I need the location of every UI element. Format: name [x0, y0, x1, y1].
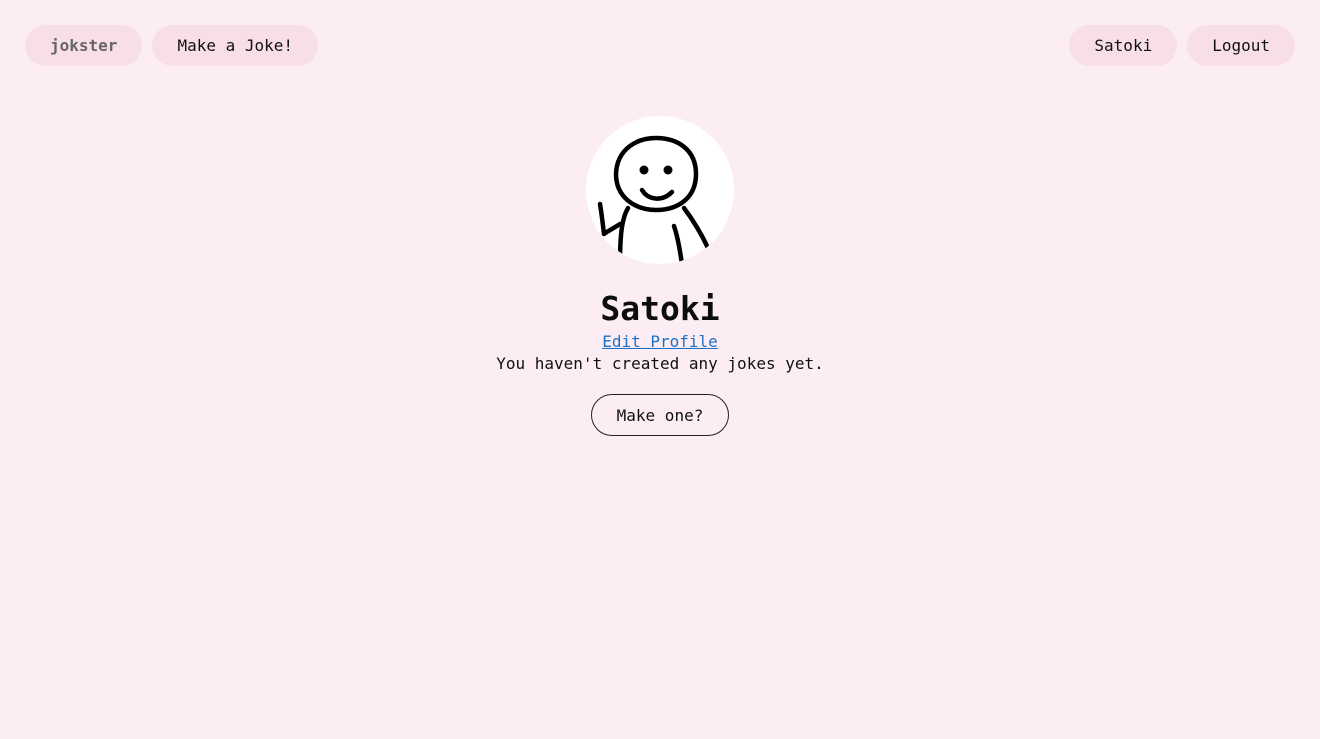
profile-username: Satoki: [600, 289, 720, 328]
edit-profile-link[interactable]: Edit Profile: [602, 332, 718, 352]
stick-figure-avatar-icon: [586, 116, 734, 264]
nav-left-group: jokster Make a Joke!: [25, 25, 319, 66]
brand-home-link[interactable]: jokster: [25, 25, 143, 66]
logout-button[interactable]: Logout: [1187, 25, 1295, 66]
nav-right-group: Satoki Logout: [1069, 25, 1295, 66]
empty-jokes-message: You haven't created any jokes yet.: [496, 354, 824, 373]
user-profile-button[interactable]: Satoki: [1069, 25, 1178, 66]
make-joke-button[interactable]: Make a Joke!: [152, 25, 319, 66]
profile-section: Satoki Edit Profile You haven't created …: [0, 116, 1320, 436]
make-one-button[interactable]: Make one?: [590, 394, 730, 436]
top-navigation: jokster Make a Joke! Satoki Logout: [25, 25, 1295, 66]
